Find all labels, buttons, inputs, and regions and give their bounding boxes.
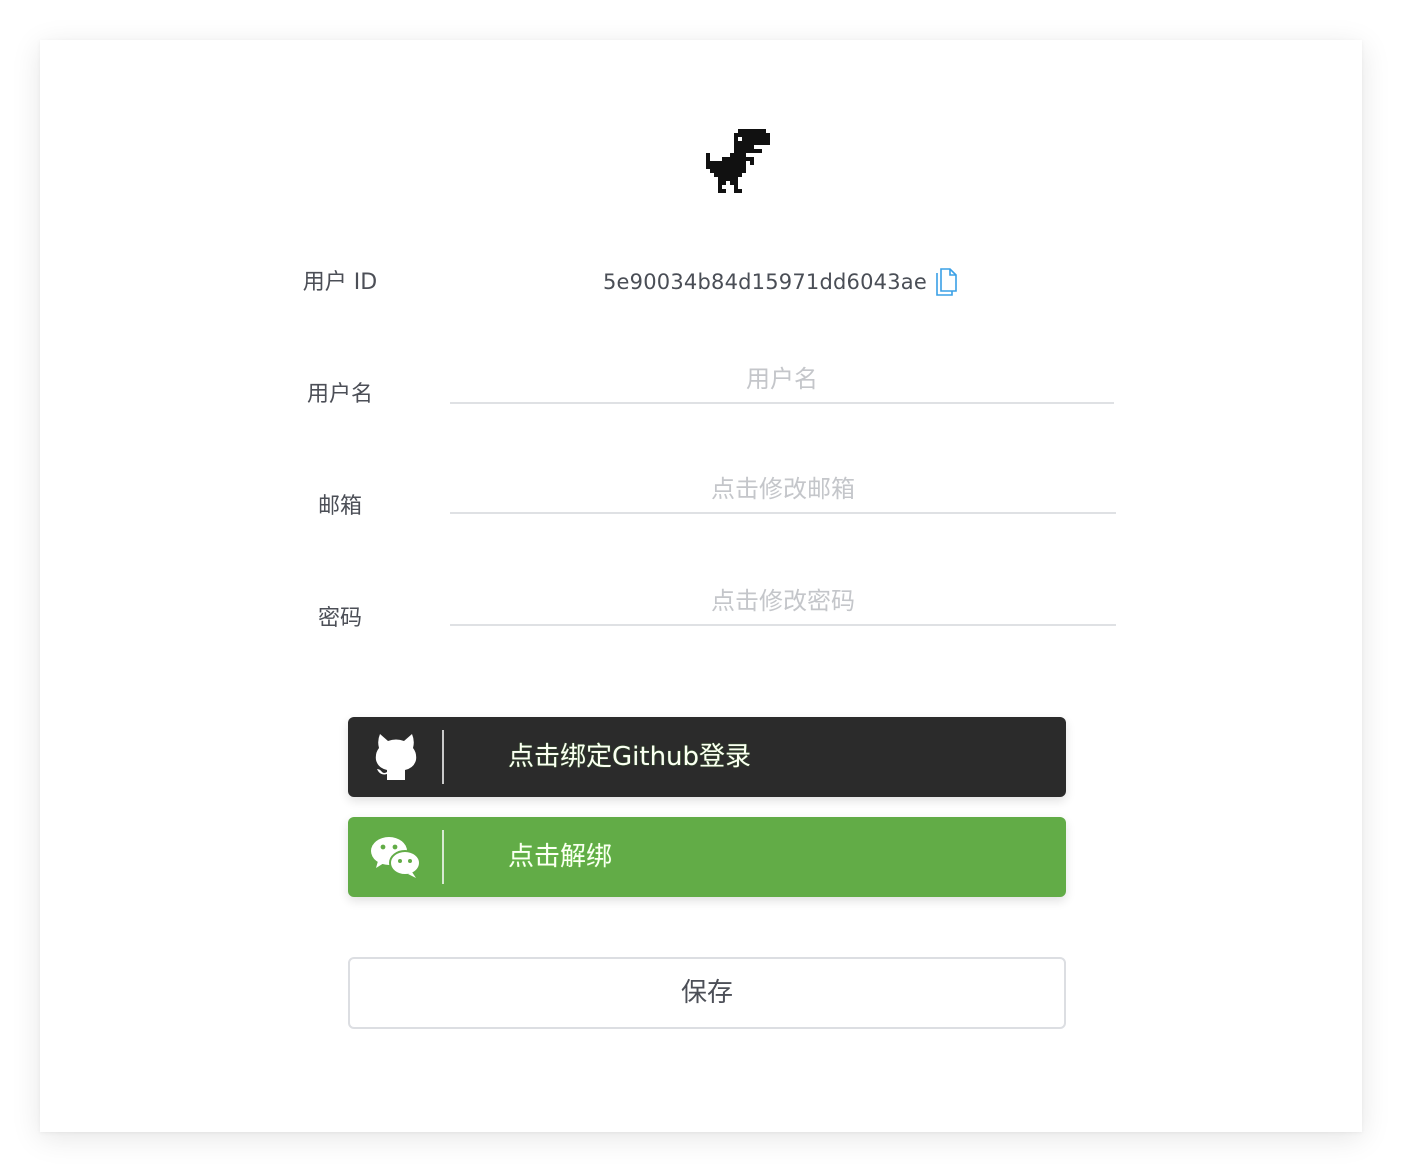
user-id-row: 5e90034b84d15971dd6043ae: [603, 264, 957, 300]
user-id-label: 用户 ID: [302, 270, 378, 295]
password-label: 密码: [317, 606, 362, 631]
username-input[interactable]: [450, 356, 1114, 404]
email-input[interactable]: [450, 466, 1116, 514]
wechat-icon-wrap: [370, 829, 422, 885]
wechat-unbind-button[interactable]: 点击解绑: [348, 817, 1066, 897]
username-label: 用户名: [306, 382, 373, 407]
github-bind-label: 点击绑定Github登录: [508, 742, 752, 772]
user-id-value: 5e90034b84d15971dd6043ae: [603, 270, 927, 294]
password-input[interactable]: [450, 578, 1116, 626]
save-button[interactable]: 保存: [348, 957, 1066, 1029]
wechat-icon: [371, 837, 421, 878]
copy-icon[interactable]: [935, 268, 957, 296]
github-icon: [375, 734, 417, 780]
dinosaur-avatar-icon: [706, 129, 770, 193]
email-label: 邮箱: [317, 494, 362, 519]
wechat-unbind-label: 点击解绑: [508, 842, 613, 872]
github-divider: [442, 730, 444, 784]
github-bind-button[interactable]: 点击绑定Github登录: [348, 717, 1066, 797]
github-icon-wrap: [370, 729, 422, 785]
wechat-divider: [442, 830, 444, 884]
